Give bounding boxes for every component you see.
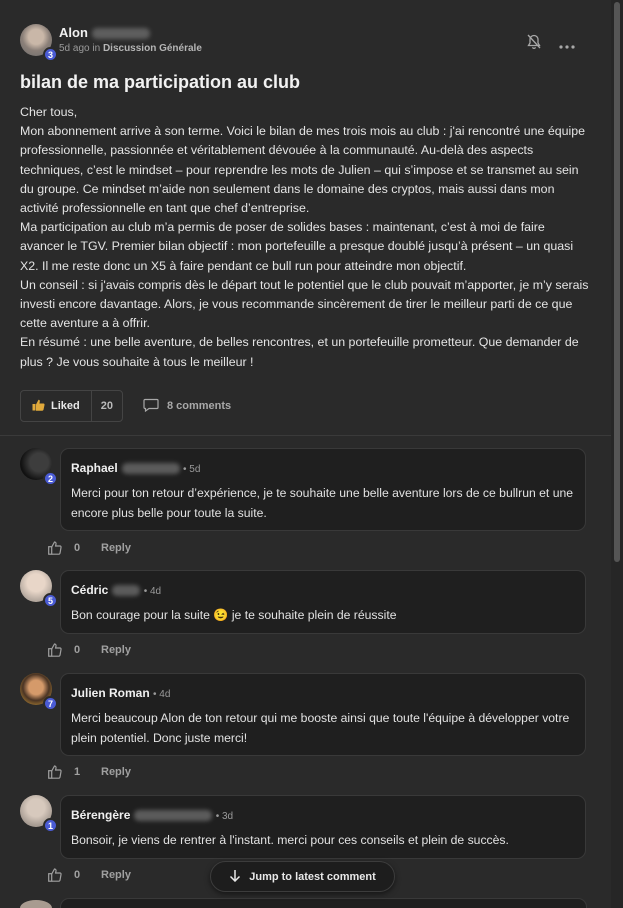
comment-time: • 3d — [215, 811, 234, 822]
thumbs-up-icon[interactable] — [48, 643, 62, 657]
comment-text: Merci beaucoup Alon de ton retour qui me… — [71, 711, 570, 745]
comment-actions: 0 Reply — [48, 868, 131, 882]
comment-actions: 0 Reply — [48, 643, 131, 657]
comment-author[interactable]: Cédric — [71, 583, 108, 597]
comment-like-count: 0 — [74, 542, 81, 554]
level-badge: 2 — [43, 471, 58, 486]
post-icons — [527, 34, 575, 53]
post-paragraph: Mon abonnement arrive à son terme. Voici… — [20, 124, 586, 216]
comment-text: Merci pour ton retour d’expérience, je t… — [71, 486, 574, 520]
like-button[interactable]: Liked — [21, 391, 92, 421]
bell-icon[interactable] — [527, 34, 541, 53]
comment-bubble — [60, 898, 587, 908]
comment-bubble: Raphael • 5d Merci pour ton retour d’exp… — [60, 448, 586, 531]
post-paragraph: Un conseil : si j'avais compris dès le d… — [20, 277, 589, 331]
post-paragraph: En résumé : une belle aventure, de belle… — [20, 335, 579, 369]
thumbs-up-icon[interactable] — [48, 868, 62, 882]
post-actions: Liked 20 8 comments — [20, 390, 231, 422]
post-category[interactable]: Discussion Générale — [103, 43, 202, 54]
avatar[interactable] — [20, 900, 52, 908]
in-label: in — [92, 43, 101, 54]
level-badge: 1 — [43, 818, 58, 833]
avatar[interactable]: 1 — [20, 795, 58, 833]
level-badge: 3 — [43, 47, 58, 62]
level-badge: 5 — [43, 593, 58, 608]
arrow-down-icon — [229, 869, 241, 885]
scrollbar[interactable] — [611, 0, 623, 908]
comment-actions: 1 Reply — [48, 765, 131, 779]
comment-like-count: 0 — [74, 869, 81, 881]
thumbs-up-icon — [32, 399, 45, 414]
comments-link[interactable]: 8 comments — [143, 398, 231, 415]
post-title: bilan de ma participation au club — [20, 72, 301, 92]
redacted-name — [91, 28, 150, 40]
post-author[interactable]: Alon — [59, 24, 202, 42]
comment-like-count: 0 — [74, 644, 81, 656]
liked-label: Liked — [51, 400, 80, 412]
comment-author[interactable]: Bérengère — [71, 808, 130, 822]
post-paragraph: Cher tous, — [20, 105, 78, 119]
redacted-name — [121, 463, 180, 475]
comment-text: Bonsoir, je viens de rentrer à l'instant… — [71, 833, 509, 847]
jump-to-latest-button[interactable]: Jump to latest comment — [210, 861, 395, 892]
scroll-thumb[interactable] — [614, 2, 620, 562]
redacted-name — [112, 585, 141, 597]
author-name[interactable]: Alon — [59, 25, 88, 40]
avatar[interactable]: 5 — [20, 570, 58, 608]
avatar[interactable]: 7 — [20, 673, 58, 711]
comment-bubble: Cédric • 4d Bon courage pour la suite 😉 … — [60, 570, 586, 634]
reply-button[interactable]: Reply — [101, 542, 131, 554]
post-meta: 5d ago in Discussion Générale — [59, 42, 202, 56]
comment-author[interactable]: Raphael — [71, 461, 118, 475]
comment-like-count: 1 — [74, 766, 81, 778]
post-header: 3 Alon 5d ago in Discussion Générale — [20, 24, 202, 62]
level-badge: 7 — [43, 696, 58, 711]
like-count[interactable]: 20 — [92, 391, 122, 421]
post-body: Cher tous, Mon abonnement arrive à son t… — [20, 103, 590, 372]
comment-time: • 4d — [143, 586, 162, 597]
avatar[interactable]: 2 — [20, 448, 58, 486]
thumbs-up-icon[interactable] — [48, 765, 62, 779]
avatar[interactable]: 3 — [20, 24, 58, 62]
comment-author[interactable]: Julien Roman — [71, 686, 150, 700]
comment-text: Bon courage pour la suite 😉 je te souhai… — [71, 608, 397, 622]
post-time: 5d ago — [59, 43, 90, 54]
reply-button[interactable]: Reply — [101, 644, 131, 656]
redacted-name — [134, 810, 213, 822]
comment-time: • 5d — [183, 464, 201, 475]
reply-button[interactable]: Reply — [101, 766, 131, 778]
post: 3 Alon 5d ago in Discussion Générale bil… — [0, 0, 611, 436]
reply-button[interactable]: Reply — [101, 869, 131, 881]
comment-bubble: Bérengère • 3d Bonsoir, je viens de rent… — [60, 795, 586, 859]
comment-icon — [143, 398, 159, 415]
comment-actions: 0 Reply — [48, 541, 131, 555]
comment-bubble: Julien Roman • 4d Merci beaucoup Alon de… — [60, 673, 586, 756]
thumbs-up-icon[interactable] — [48, 541, 62, 555]
like-box: Liked 20 — [20, 390, 123, 422]
more-icon[interactable] — [559, 36, 575, 52]
post-paragraph: Ma participation au club m’a permis de p… — [20, 220, 574, 273]
comment-time: • 4d — [153, 689, 171, 700]
comments-count-label: 8 comments — [166, 400, 232, 412]
jump-label: Jump to latest comment — [249, 870, 376, 883]
